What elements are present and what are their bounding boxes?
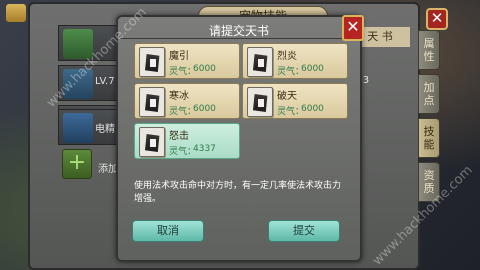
book-name: 寒冰 bbox=[169, 91, 189, 102]
book-card-moyin[interactable]: 魔引 灵气： 6000 bbox=[134, 43, 240, 79]
book-card-potian[interactable]: 破天 灵气： 6000 bbox=[242, 83, 348, 119]
book-lingqi-label: 灵气： bbox=[169, 107, 197, 117]
book-lingqi-label: 灵气： bbox=[277, 67, 305, 77]
tab-attributes[interactable]: 属性 bbox=[418, 30, 440, 70]
book-lingqi-label: 灵气： bbox=[169, 67, 197, 77]
dialog-titlebar: 请提交天书 ✕ bbox=[120, 15, 364, 41]
book-icon bbox=[139, 127, 165, 157]
tab-skills[interactable]: 技能 bbox=[418, 118, 440, 158]
book-lingqi-label: 灵气： bbox=[277, 107, 305, 117]
book-lingqi-value: 4337 bbox=[193, 144, 216, 154]
book-icon bbox=[247, 87, 273, 117]
pet-list-label: 电精 bbox=[95, 124, 115, 135]
panel-close-button[interactable]: ✕ bbox=[426, 8, 448, 30]
tab-add-points[interactable]: 加点 bbox=[418, 74, 440, 114]
dialog-title: 请提交天书 bbox=[208, 24, 269, 38]
book-lingqi-value: 6000 bbox=[193, 64, 216, 74]
book-card-lieyan[interactable]: 烈炎 灵气： 6000 bbox=[242, 43, 348, 79]
skill-description: 使用法术攻击命中对方时，有一定几率使法术攻击力增强。 bbox=[134, 181, 342, 204]
book-lingqi-value: 6000 bbox=[301, 64, 324, 74]
book-name: 破天 bbox=[277, 91, 297, 102]
book-name: 怒击 bbox=[169, 131, 189, 142]
pet-thumbnail bbox=[63, 113, 93, 143]
corner-icon[interactable] bbox=[6, 4, 26, 22]
skill-description-box: 使用法术攻击命中对方时，有一定几率使法术攻击力增强。 bbox=[134, 180, 348, 220]
book-name: 烈炎 bbox=[277, 51, 297, 62]
book-lingqi-value: 6000 bbox=[193, 104, 216, 114]
book-card-hanbing[interactable]: 寒冰 灵气： 6000 bbox=[134, 83, 240, 119]
add-pet-button[interactable]: + bbox=[62, 149, 92, 179]
submit-button[interactable]: 提交 bbox=[268, 220, 340, 242]
add-pet-label: 添加 bbox=[98, 164, 118, 175]
book-icon bbox=[247, 47, 273, 77]
book-icon bbox=[139, 87, 165, 117]
book-lingqi-label: 灵气： bbox=[169, 147, 197, 157]
book-icon bbox=[139, 47, 165, 77]
cancel-button[interactable]: 取消 bbox=[132, 220, 204, 242]
book-name: 魔引 bbox=[169, 51, 189, 62]
pet-list-label: LV.7 bbox=[95, 76, 115, 87]
book-card-nuji[interactable]: 怒击 灵气： 4337 bbox=[134, 123, 240, 159]
book-lingqi-value: 6000 bbox=[301, 104, 324, 114]
submit-tianshu-dialog: 请提交天书 ✕ 魔引 灵气： 6000 烈炎 灵气： 6000 寒冰 灵气： 6… bbox=[116, 15, 364, 262]
dialog-close-button[interactable]: ✕ bbox=[342, 15, 364, 41]
